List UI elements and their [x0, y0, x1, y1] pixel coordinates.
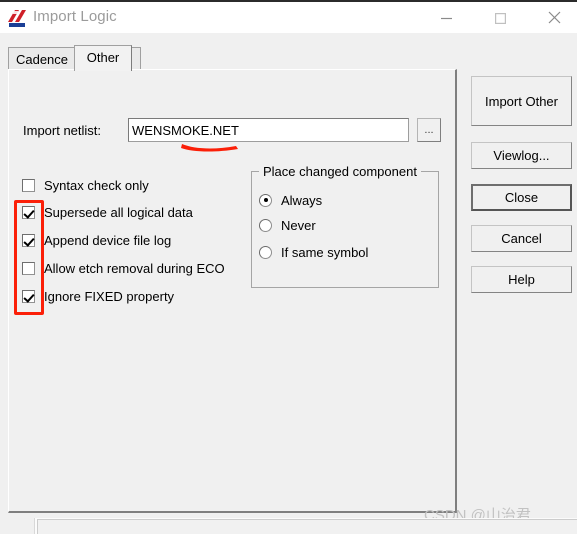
- import-other-button[interactable]: Import Other: [471, 76, 572, 126]
- checkbox-allow-etch-removal-during-eco-box[interactable]: [22, 261, 35, 275]
- checkbox-append-device-file-log-box[interactable]: [22, 233, 35, 247]
- cancel-button[interactable]: Cancel: [471, 225, 572, 252]
- help-button[interactable]: Help: [471, 266, 572, 293]
- tab-cadence-label: Cadence: [15, 52, 69, 67]
- checkbox-append-device-file-log-label: Append device file log: [44, 232, 172, 248]
- radio-if-same-symbol-label: If same symbol: [281, 244, 369, 260]
- checkbox-syntax-check-only-box[interactable]: [22, 178, 35, 192]
- checkbox-append-device-file-log[interactable]: Append device file log: [22, 229, 171, 251]
- radio-never-dot[interactable]: [259, 218, 272, 232]
- maximize-button[interactable]: [477, 4, 523, 34]
- checkbox-supersede-all-logical-data-label: Supersede all logical data: [44, 204, 193, 220]
- tab-cadence[interactable]: Cadence: [8, 47, 76, 70]
- checkbox-ignore-fixed-property[interactable]: Ignore FIXED property: [22, 285, 174, 307]
- checkbox-supersede-all-logical-data-box[interactable]: [22, 205, 35, 219]
- minimize-icon: [423, 12, 469, 27]
- radio-always[interactable]: Always: [259, 189, 322, 211]
- tab-other-label: Other: [86, 50, 120, 65]
- import-logic-window: Import Logic Cadence Other Import netlis…: [0, 0, 577, 524]
- radio-always-dot[interactable]: [259, 193, 272, 207]
- radio-never-label: Never: [281, 217, 316, 233]
- radio-if-same-symbol[interactable]: If same symbol: [259, 241, 368, 263]
- window-title: Import Logic: [33, 8, 117, 25]
- checkbox-ignore-fixed-property-box[interactable]: [22, 289, 35, 303]
- background-strip-panel: [37, 519, 577, 534]
- close-window-button[interactable]: [531, 4, 577, 34]
- checkbox-allow-etch-removal-during-eco[interactable]: Allow etch removal during ECO: [22, 257, 225, 279]
- place-changed-component-title: Place changed component: [259, 164, 421, 179]
- import-netlist-input[interactable]: [128, 118, 409, 142]
- tab-other[interactable]: Other: [74, 45, 132, 71]
- background-window-strip: [0, 518, 577, 534]
- app-icon: [7, 9, 27, 28]
- radio-always-label: Always: [281, 192, 323, 208]
- checkbox-syntax-check-only-label: Syntax check only: [44, 177, 149, 193]
- viewlog-button[interactable]: Viewlog...: [471, 142, 572, 169]
- title-bar: Import Logic: [0, 0, 577, 33]
- checkbox-supersede-all-logical-data[interactable]: Supersede all logical data: [22, 201, 193, 223]
- radio-if-same-symbol-dot[interactable]: [259, 245, 272, 259]
- background-strip-left: [0, 518, 35, 534]
- checkbox-ignore-fixed-property-label: Ignore FIXED property: [44, 288, 175, 304]
- checkbox-syntax-check-only[interactable]: Syntax check only: [22, 174, 149, 196]
- tab-strip-filler: [132, 47, 141, 71]
- browse-netlist-button[interactable]: ...: [417, 118, 441, 142]
- maximize-icon: [477, 12, 523, 27]
- import-netlist-label: Import netlist:: [23, 123, 102, 138]
- radio-never[interactable]: Never: [259, 214, 316, 236]
- checkbox-allow-etch-removal-during-eco-label: Allow etch removal during ECO: [44, 260, 225, 276]
- close-icon: [531, 11, 577, 27]
- close-button[interactable]: Close: [471, 184, 572, 211]
- minimize-button[interactable]: [423, 4, 469, 34]
